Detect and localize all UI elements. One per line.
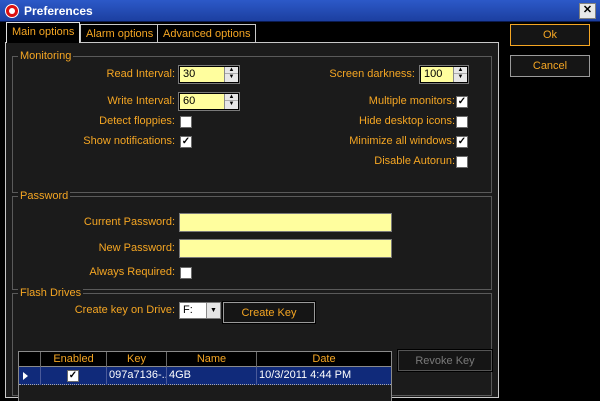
screen-darkness-value: 100 — [424, 68, 443, 80]
new-password-field[interactable] — [179, 239, 392, 258]
spin-up-icon[interactable]: ▲ — [225, 67, 238, 74]
date-cell: 10/3/2011 4:44 PM — [259, 369, 352, 381]
table-row[interactable]: ✓ 097a7136-... 4GB 10/3/2011 4:44 PM — [19, 367, 391, 385]
show-notifications-checkbox[interactable]: ✓ — [180, 136, 192, 148]
tab-main-options[interactable]: Main options — [6, 22, 81, 43]
enabled-checkbox[interactable]: ✓ — [67, 370, 79, 382]
name-cell: 4GB — [167, 367, 257, 385]
hide-desktop-icons-label: Hide desktop icons: — [359, 115, 455, 127]
row-header-corner — [19, 352, 41, 367]
screen-darkness-spinner[interactable]: 100 ▲ ▼ — [419, 65, 469, 84]
column-header-key[interactable]: Key — [107, 352, 167, 367]
read-interval-label: Read Interval: — [106, 68, 175, 80]
keys-table-header: Enabled Key Name Date — [19, 352, 391, 367]
column-header-name[interactable]: Name — [167, 352, 257, 367]
password-group: Password Current Password: New Password:… — [12, 190, 492, 290]
new-password-label: New Password: — [98, 242, 175, 254]
column-header-date[interactable]: Date — [257, 352, 391, 367]
current-password-field[interactable] — [179, 213, 392, 232]
password-title: Password — [18, 190, 71, 202]
multiple-monitors-checkbox[interactable]: ✓ — [456, 96, 468, 108]
spin-down-icon[interactable]: ▼ — [225, 101, 238, 108]
minimize-all-windows-label: Minimize all windows: — [349, 135, 455, 147]
screen-darkness-arrows[interactable]: ▲ ▼ — [453, 67, 467, 82]
row-selector[interactable] — [19, 367, 41, 385]
drive-select-value: F: — [183, 304, 193, 316]
spin-down-icon[interactable]: ▼ — [454, 74, 467, 81]
drive-select[interactable]: F: ▼ — [179, 302, 221, 319]
minimize-all-windows-checkbox[interactable]: ✓ — [456, 136, 468, 148]
window-title: Preferences — [24, 4, 93, 18]
multiple-monitors-label: Multiple monitors: — [368, 95, 455, 107]
title-bar: Preferences ✕ — [0, 0, 600, 22]
window-body: Main options Alarm options Advanced opti… — [0, 22, 600, 401]
screen-darkness-label: Screen darkness: — [329, 68, 415, 80]
disable-autorun-checkbox[interactable] — [456, 156, 468, 168]
show-notifications-label: Show notifications: — [83, 135, 175, 147]
always-required-label: Always Required: — [89, 266, 175, 278]
cancel-button[interactable]: Cancel — [509, 54, 591, 78]
write-interval-spinner[interactable]: 60 ▲ ▼ — [178, 92, 240, 111]
read-interval-spinner[interactable]: 30 ▲ ▼ — [178, 65, 240, 84]
ok-button[interactable]: Ok — [509, 23, 591, 47]
detect-floppies-checkbox[interactable] — [180, 116, 192, 128]
spin-up-icon[interactable]: ▲ — [225, 94, 238, 101]
tab-advanced-options[interactable]: Advanced options — [157, 24, 257, 43]
tab-panel-main-options: Monitoring Read Interval: 30 ▲ ▼ Write In… — [5, 42, 499, 401]
monitoring-title: Monitoring — [18, 50, 74, 62]
monitoring-group: Monitoring Read Interval: 30 ▲ ▼ Write In… — [12, 50, 492, 193]
flash-drives-title: Flash Drives — [18, 287, 84, 299]
always-required-checkbox[interactable] — [180, 267, 192, 279]
disable-autorun-label: Disable Autorun: — [374, 155, 455, 167]
create-key-button[interactable]: Create Key — [222, 301, 316, 324]
hide-desktop-icons-checkbox[interactable] — [456, 116, 468, 128]
revoke-key-button[interactable]: Revoke Key — [397, 349, 493, 372]
tab-alarm-options[interactable]: Alarm options — [80, 24, 160, 43]
key-cell: 097a7136-... — [107, 367, 167, 385]
spin-up-icon[interactable]: ▲ — [454, 67, 467, 74]
app-icon — [5, 4, 19, 18]
spin-down-icon[interactable]: ▼ — [225, 74, 238, 81]
row-pointer-icon — [23, 372, 28, 380]
enabled-cell: ✓ — [41, 367, 107, 385]
column-header-enabled[interactable]: Enabled — [41, 352, 107, 367]
create-key-drive-label: Create key on Drive: — [74, 304, 175, 316]
read-interval-value: 30 — [183, 68, 196, 80]
write-interval-arrows[interactable]: ▲ ▼ — [224, 94, 238, 109]
keys-table[interactable]: Enabled Key Name Date ✓ 097a7136-... 4GB… — [18, 351, 392, 401]
detect-floppies-label: Detect floppies: — [99, 115, 175, 127]
current-password-label: Current Password: — [83, 216, 175, 228]
write-interval-value: 60 — [183, 95, 196, 107]
close-button[interactable]: ✕ — [579, 3, 596, 19]
write-interval-label: Write Interval: — [107, 95, 175, 107]
chevron-down-icon[interactable]: ▼ — [206, 303, 220, 318]
read-interval-arrows[interactable]: ▲ ▼ — [224, 67, 238, 82]
